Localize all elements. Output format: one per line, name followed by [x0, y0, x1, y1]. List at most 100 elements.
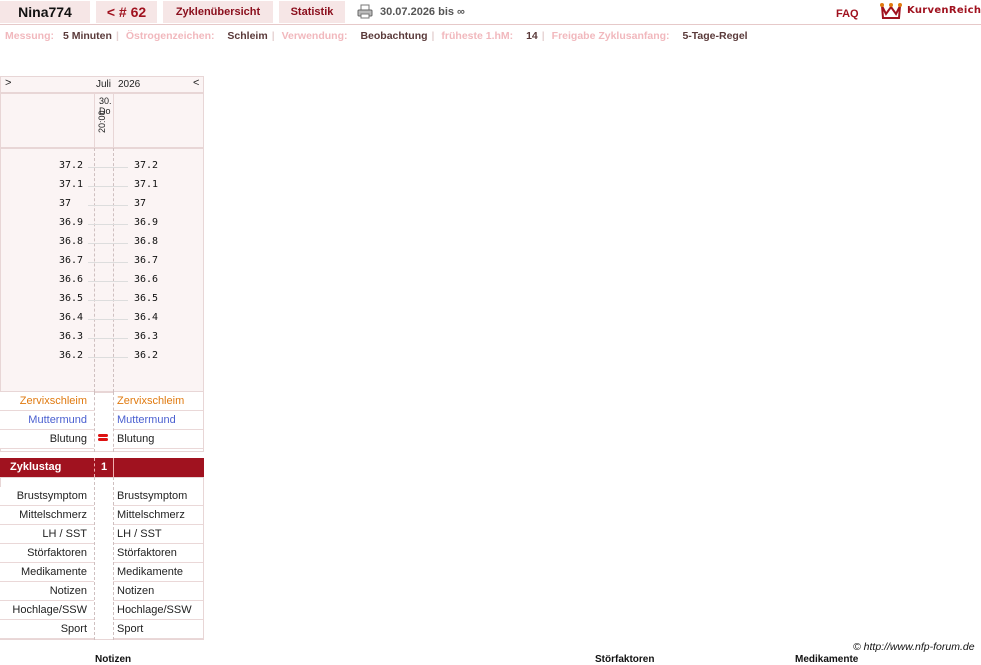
temperature-tick-label: 36.4: [59, 312, 84, 323]
printer-icon[interactable]: [357, 4, 373, 19]
temperature-grid-line: [88, 243, 128, 244]
cycle-day-label: Zyklustag: [10, 461, 62, 473]
temperature-grid-line: [88, 281, 128, 282]
temperature-grid-line: [88, 186, 128, 187]
symptom-label-left: Brustsymptom: [0, 487, 94, 506]
temperature-grid-line: [88, 205, 128, 206]
temperature-grid-line: [88, 319, 128, 320]
setting-label: Östrogenzeichen:: [125, 30, 215, 42]
temperature-grid-line: [88, 167, 128, 168]
setting-label: Verwendung:: [281, 30, 348, 42]
month-label: Juli: [96, 79, 112, 90]
symptom-label-left: Hochlage/SSW: [0, 601, 94, 620]
top-bar: Nina774 < # 62 Zyklenübersicht Statistik…: [0, 0, 981, 25]
temperature-tick-label: 37.2: [59, 160, 84, 171]
temperature-grid-line: [88, 262, 128, 263]
temperature-tick-label: 37.1: [134, 179, 159, 190]
cervix-position-label-right: Muttermund: [113, 411, 203, 430]
temperature-area: [0, 148, 204, 392]
symptom-label-right: Mittelschmerz: [113, 506, 203, 525]
symptom-label-right: LH / SST: [113, 525, 203, 544]
symptom-label-right: Medikamente: [113, 563, 203, 582]
measurement-time: 20:00: [97, 110, 107, 133]
symptom-label-left: LH / SST: [0, 525, 94, 544]
temperature-tick-label: 37: [59, 198, 72, 209]
grid-line: [94, 458, 95, 477]
temperature-tick-label: 36.8: [59, 236, 84, 247]
temperature-tick-label: 36.2: [59, 350, 84, 361]
grid-line: [94, 392, 95, 452]
temperature-tick-label: 36.6: [59, 274, 84, 285]
temperature-grid-line: [88, 338, 128, 339]
setting-value: Beobachtung: [360, 30, 428, 42]
symptom-label-right: Notizen: [113, 582, 203, 601]
temperature-tick-label: 37.2: [134, 160, 159, 171]
temperature-tick-label: 37: [134, 198, 147, 209]
temperature-tick-label: 36.9: [134, 217, 159, 228]
previous-nav-button[interactable]: <: [193, 77, 199, 89]
bleeding-marker-icon[interactable]: [97, 433, 109, 443]
tab-cycle-overview[interactable]: Zyklenübersicht: [163, 1, 273, 23]
temperature-tick-label: 36.2: [134, 350, 159, 361]
next-nav-button[interactable]: >: [5, 77, 11, 89]
date-range: 30.07.2026 bis ∞: [380, 6, 465, 18]
grid-line: [113, 148, 114, 392]
grid-line: [94, 148, 95, 392]
year-label: 2026: [118, 79, 141, 90]
tab-statistics[interactable]: Statistik: [279, 1, 345, 23]
cervix-label-right: Zervixschleim: [113, 392, 203, 411]
brand-name[interactable]: KurvenReich: [907, 5, 981, 16]
kurvenreich-logo-icon[interactable]: [880, 2, 902, 20]
copyright-link[interactable]: © http://www.nfp-forum.de: [853, 641, 975, 653]
cycle-day-row: Zyklustag 1: [0, 458, 204, 477]
disturbance-heading: Störfaktoren: [595, 654, 655, 665]
grid-line: [94, 477, 95, 640]
symptom-label-left: Sport: [0, 620, 94, 639]
column-divider: [113, 93, 115, 148]
temperature-tick-label: 36.8: [134, 236, 159, 247]
temperature-tick-label: 36.3: [134, 331, 159, 342]
temperature-tick-label: 36.5: [134, 293, 159, 304]
symptom-label-right: Störfaktoren: [113, 544, 203, 563]
username-label: Nina774: [0, 1, 90, 23]
cycle-chart: > Juli 2026 < 30. Do 20:00 37.2 37.1 37 36.…: [0, 76, 204, 640]
cycle-day-value: 1: [101, 461, 108, 473]
cervix-label-left: Zervixschleim: [0, 392, 94, 411]
temperature-grid-line: [88, 300, 128, 301]
setting-label: Freigabe Zyklusanfang:: [551, 30, 670, 42]
setting-value: 14: [526, 30, 538, 42]
day-number: 30.: [99, 96, 112, 106]
temperature-tick-label: 36.9: [59, 217, 84, 228]
notes-heading: Notizen: [95, 654, 132, 665]
temperature-tick-label: 36.3: [59, 331, 84, 342]
column-divider: [94, 93, 96, 148]
symptom-label-left: Medikamente: [0, 563, 94, 582]
cervix-position-label-left: Muttermund: [0, 411, 94, 430]
bleeding-label-right: Blutung: [113, 430, 203, 449]
temperature-tick-label: 36.7: [134, 255, 159, 266]
faq-link[interactable]: FAQ: [836, 8, 859, 20]
temperature-tick-label: 36.4: [134, 312, 159, 323]
grid-line: [113, 458, 114, 477]
temperature-tick-label: 36.5: [59, 293, 84, 304]
setting-value: 5-Tage-Regel: [682, 30, 748, 42]
temperature-grid-line: [88, 224, 128, 225]
temperature-tick-label: 36.6: [134, 274, 159, 285]
temperature-grid-line: [88, 357, 128, 358]
grid-line: [113, 392, 114, 452]
temperature-tick-label: 37.1: [59, 179, 84, 190]
symptom-label-left: Notizen: [0, 582, 94, 601]
setting-value: 5 Minuten: [62, 30, 112, 42]
previous-cycle-link[interactable]: < # 62: [96, 1, 157, 23]
setting-label: Messung:: [5, 30, 55, 42]
grid-line: [113, 477, 114, 640]
symptom-label-left: Störfaktoren: [0, 544, 94, 563]
setting-label: früheste 1.hM:: [441, 30, 514, 42]
medication-heading: Medikamente: [795, 654, 859, 665]
settings-row: Messung: 5 Minuten | Östrogenzeichen: Sch…: [5, 30, 748, 42]
symptom-label-right: Brustsymptom: [113, 487, 203, 506]
temperature-tick-label: 36.7: [59, 255, 84, 266]
symptom-label-right: Sport: [113, 620, 203, 639]
symptom-label-left: Mittelschmerz: [0, 506, 94, 525]
setting-value: Schleim: [227, 30, 268, 42]
